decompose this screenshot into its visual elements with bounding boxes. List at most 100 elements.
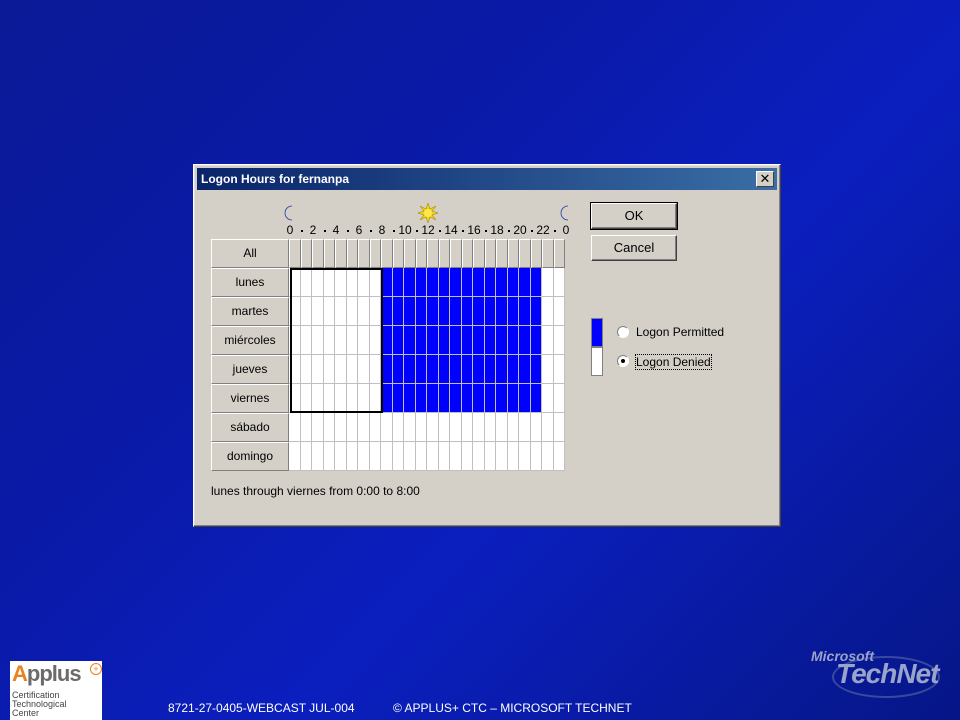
hour-cell[interactable] [530, 355, 542, 384]
hour-column-button[interactable] [381, 239, 393, 268]
hour-cell[interactable] [427, 268, 439, 297]
hour-cell[interactable] [335, 326, 347, 355]
hour-cell[interactable] [461, 355, 473, 384]
hour-cell[interactable] [450, 442, 462, 471]
hour-cell[interactable] [519, 268, 531, 297]
hour-cell[interactable] [519, 442, 531, 471]
hour-cell[interactable] [473, 355, 485, 384]
hour-cell[interactable] [381, 442, 393, 471]
ok-button[interactable]: OK [590, 202, 678, 230]
hour-cell[interactable] [438, 442, 450, 471]
hour-cell[interactable] [404, 326, 416, 355]
hour-cell[interactable] [553, 297, 565, 326]
day-button[interactable]: lunes [211, 268, 289, 297]
cancel-button[interactable]: Cancel [591, 235, 677, 261]
hour-cell[interactable] [346, 413, 358, 442]
hour-cell[interactable] [289, 268, 301, 297]
hour-cell[interactable] [473, 297, 485, 326]
hour-cell[interactable] [358, 384, 370, 413]
hour-column-button[interactable] [553, 239, 565, 268]
hour-cell[interactable] [473, 384, 485, 413]
day-button[interactable]: martes [211, 297, 289, 326]
hour-cell[interactable] [392, 297, 404, 326]
hour-cell[interactable] [542, 355, 554, 384]
hour-cell[interactable] [519, 413, 531, 442]
hour-cell[interactable] [519, 384, 531, 413]
hour-cell[interactable] [312, 355, 324, 384]
hour-cell[interactable] [450, 413, 462, 442]
hour-column-button[interactable] [335, 239, 347, 268]
hour-cell[interactable] [450, 384, 462, 413]
day-button[interactable]: miércoles [211, 326, 289, 355]
hour-cell[interactable] [404, 297, 416, 326]
hour-column-button[interactable] [427, 239, 439, 268]
hour-cell[interactable] [346, 355, 358, 384]
hour-cell[interactable] [346, 442, 358, 471]
hour-column-button[interactable] [323, 239, 335, 268]
hour-cell[interactable] [484, 326, 496, 355]
logon-denied-label[interactable]: Logon Denied [635, 354, 712, 370]
hour-cell[interactable] [392, 268, 404, 297]
hour-column-button[interactable] [404, 239, 416, 268]
hour-cell[interactable] [415, 413, 427, 442]
close-button[interactable]: ✕ [756, 171, 774, 187]
hour-cell[interactable] [507, 413, 519, 442]
hour-cell[interactable] [404, 355, 416, 384]
hour-cell[interactable] [358, 268, 370, 297]
hour-cell[interactable] [381, 268, 393, 297]
logon-permitted-label[interactable]: Logon Permitted [636, 325, 724, 339]
hour-cell[interactable] [507, 355, 519, 384]
hour-cell[interactable] [438, 268, 450, 297]
hour-cell[interactable] [519, 326, 531, 355]
hour-cell[interactable] [312, 297, 324, 326]
hour-cell[interactable] [323, 442, 335, 471]
day-button[interactable]: viernes [211, 384, 289, 413]
hour-column-button[interactable] [484, 239, 496, 268]
hour-cell[interactable] [323, 355, 335, 384]
hour-cell[interactable] [392, 442, 404, 471]
hour-cell[interactable] [553, 384, 565, 413]
hour-cell[interactable] [358, 442, 370, 471]
hour-cell[interactable] [335, 384, 347, 413]
hour-cell[interactable] [369, 326, 381, 355]
hour-cell[interactable] [335, 413, 347, 442]
hour-cell[interactable] [450, 268, 462, 297]
logon-denied-radio[interactable] [617, 355, 629, 367]
hour-cell[interactable] [438, 413, 450, 442]
hour-cell[interactable] [335, 268, 347, 297]
hour-cell[interactable] [381, 413, 393, 442]
hour-cell[interactable] [323, 384, 335, 413]
hour-cell[interactable] [496, 326, 508, 355]
hour-cell[interactable] [415, 326, 427, 355]
hour-cell[interactable] [473, 268, 485, 297]
hour-cell[interactable] [450, 355, 462, 384]
hour-column-button[interactable] [542, 239, 554, 268]
day-button[interactable]: jueves [211, 355, 289, 384]
hour-column-button[interactable] [450, 239, 462, 268]
hour-cell[interactable] [335, 442, 347, 471]
dialog-titlebar[interactable]: Logon Hours for fernanpa ✕ [197, 168, 777, 190]
hour-cell[interactable] [496, 297, 508, 326]
hour-cell[interactable] [530, 413, 542, 442]
all-button[interactable]: All [211, 239, 289, 268]
hour-cell[interactable] [358, 413, 370, 442]
hour-cell[interactable] [542, 268, 554, 297]
hour-cell[interactable] [346, 326, 358, 355]
hour-column-button[interactable] [530, 239, 542, 268]
hour-cell[interactable] [507, 326, 519, 355]
hour-cell[interactable] [519, 355, 531, 384]
hour-column-button[interactable] [312, 239, 324, 268]
hour-cell[interactable] [530, 442, 542, 471]
hour-cell[interactable] [438, 326, 450, 355]
hour-column-button[interactable] [438, 239, 450, 268]
hour-cell[interactable] [300, 297, 312, 326]
hour-cell[interactable] [289, 384, 301, 413]
hour-cell[interactable] [392, 384, 404, 413]
hour-cell[interactable] [300, 413, 312, 442]
hour-column-button[interactable] [346, 239, 358, 268]
hour-cell[interactable] [404, 442, 416, 471]
hour-cell[interactable] [496, 384, 508, 413]
hour-cell[interactable] [496, 413, 508, 442]
hour-cell[interactable] [427, 384, 439, 413]
hour-cell[interactable] [323, 413, 335, 442]
